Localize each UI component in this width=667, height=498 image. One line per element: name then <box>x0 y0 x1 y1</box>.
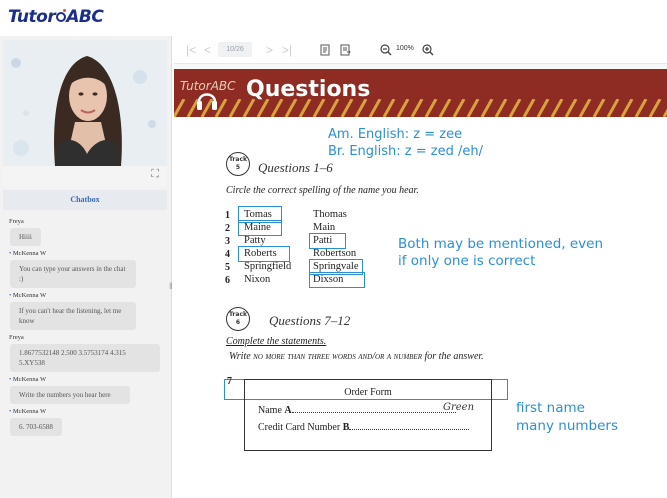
export-icon[interactable] <box>340 44 351 56</box>
note-only-one-correct: if only one is correct <box>398 253 536 269</box>
expand-icon[interactable]: ⛶ <box>151 168 159 181</box>
form-card-line: Credit Card Number B <box>258 422 470 433</box>
document-icon[interactable] <box>320 44 330 56</box>
option-b: Thomas <box>313 209 347 220</box>
note-both-mentioned: Both may be mentioned, even <box>398 236 604 252</box>
zoom-out-icon[interactable] <box>380 44 392 56</box>
chat-sender: McKenna W <box>9 292 169 299</box>
note-first-name: first name <box>516 400 585 416</box>
chat-message: Freya 1.8677532148 2.500 3.5753174 4.315… <box>3 334 169 372</box>
chat-sender: McKenna W <box>9 376 169 383</box>
top-bar: Tutor ABC <box>0 0 667 34</box>
questions-7-12-heading: Questions 7–12 <box>269 313 351 328</box>
panel-resize-handle[interactable]: ‖ <box>169 281 173 291</box>
chat-message: McKenna W Write the numbers you hear her… <box>3 376 169 404</box>
chat-sender: McKenna W <box>9 250 169 257</box>
chatbox-header: Chatbox <box>3 190 167 210</box>
chat-message: McKenna W 6. 703-6588 <box>3 408 169 436</box>
instruction-circle: Circle the correct spelling of the name … <box>226 185 419 196</box>
track-6-badge: Track 6 <box>226 307 250 331</box>
note-br-english: Br. English: z = zed /eh/ <box>328 144 483 159</box>
row-number: 2 <box>225 223 230 234</box>
toolbar: |< < 10/26 > >| 100% <box>174 36 667 64</box>
teacher-avatar <box>54 56 122 166</box>
selection-box-patti <box>309 233 346 249</box>
selection-box-roberts <box>238 246 290 262</box>
track-label: Track <box>229 156 247 163</box>
chat-bubble: You can type your answers in the chat :) <box>10 260 136 288</box>
teacher-video <box>3 40 167 166</box>
row-number: 5 <box>225 262 230 273</box>
selection-box-maine <box>238 220 282 236</box>
order-form: Order Form Name A Green Credit Card Numb… <box>244 379 492 451</box>
slide-header: TutorABC Questions <box>174 69 667 117</box>
instruction-complete: Complete the statements. <box>226 336 327 347</box>
chat-message: Freya Hiiii <box>3 218 169 246</box>
row-number: 3 <box>225 236 230 247</box>
first-page-button[interactable]: |< <box>186 43 196 57</box>
note-am-english: Am. English: z = zee <box>328 127 463 142</box>
video-footer: ⛶ <box>3 166 167 186</box>
option-a: Patty <box>244 235 266 246</box>
slide-title: Questions <box>246 77 371 102</box>
instruction-word-limit: Write no more than three words and/or a … <box>229 351 484 362</box>
next-page-button[interactable]: > <box>266 43 273 57</box>
option-a: Springfield <box>244 261 292 272</box>
form-name-line: Name A <box>258 405 456 416</box>
track-label: Track <box>229 311 247 318</box>
option-b: Main <box>313 222 336 233</box>
chat-bubble: Hiiii <box>10 228 41 246</box>
left-panel: ⛶ Chatbox Freya Hiiii McKenna W You can … <box>0 36 172 498</box>
order-form-title: Order Form <box>344 387 392 398</box>
option-b: Robertson <box>313 248 357 259</box>
headphones-icon <box>197 93 217 110</box>
row-number: 1 <box>225 210 230 221</box>
tutorabc-logo: Tutor ABC <box>8 7 104 27</box>
chat-bubble: If you can't hear the listening, let me … <box>10 302 136 330</box>
lesson-slide: TutorABC Questions Am. English: z = zee … <box>174 69 667 498</box>
zoom-level: 100% <box>396 45 414 52</box>
answer-green: Green <box>443 402 475 413</box>
chat-sender: McKenna W <box>9 408 169 415</box>
track-5-badge: Track 5 <box>226 152 250 176</box>
note-many-numbers: many numbers <box>516 418 618 434</box>
question-7-number: 7 <box>227 376 232 387</box>
page-indicator[interactable]: 10/26 <box>218 42 252 57</box>
questions-1-6-heading: Questions 1–6 <box>258 160 333 175</box>
chat-bubble: 6. 703-6588 <box>10 418 62 436</box>
prev-page-button[interactable]: < <box>204 43 211 57</box>
option-a: Nixon <box>244 274 271 285</box>
main-area: |< < 10/26 > >| 100% TutorABC Questions … <box>174 36 667 498</box>
chat-sender: Freya <box>9 218 24 225</box>
track-number: 5 <box>235 164 241 171</box>
chat-bubble: 1.8677532148 2.500 3.5753174 4.315 5.XY5… <box>10 344 160 372</box>
row-number: 4 <box>225 249 230 260</box>
zoom-in-icon[interactable] <box>422 44 434 56</box>
chat-bubble: Write the numbers you hear here <box>10 386 130 404</box>
last-page-button[interactable]: >| <box>282 43 292 57</box>
chat-message: McKenna W If you can't hear the listenin… <box>3 292 169 330</box>
selection-box-dixson <box>309 272 365 288</box>
track-number: 6 <box>235 319 241 326</box>
chat-sender: Freya <box>9 334 24 341</box>
chat-message: McKenna W You can type your answers in t… <box>3 250 169 288</box>
row-number: 6 <box>225 275 230 286</box>
chat-message-list: Freya Hiiii McKenna W You can type your … <box>3 214 169 436</box>
